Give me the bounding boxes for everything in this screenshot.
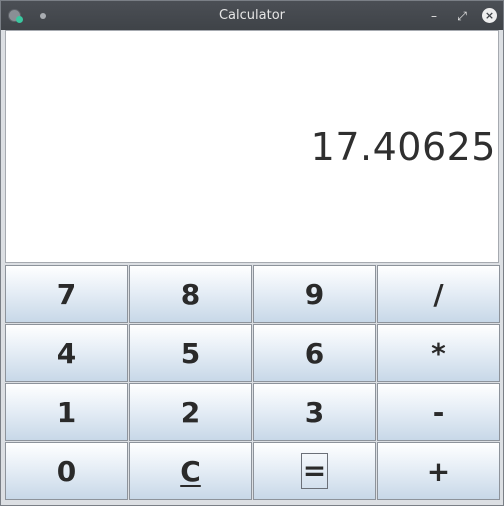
key-label: 5 xyxy=(180,336,201,370)
key-6[interactable]: 6 xyxy=(253,324,376,382)
key-clear[interactable]: C xyxy=(129,442,252,500)
key-multiply[interactable]: * xyxy=(377,324,500,382)
key-label: C xyxy=(180,454,201,488)
key-label: = xyxy=(300,453,329,489)
key-equals[interactable]: = xyxy=(253,442,376,500)
key-7[interactable]: 7 xyxy=(5,265,128,323)
calculator-window: Calculator – ⤢ × 17.40625 7 8 9 / 4 5 6 … xyxy=(0,0,504,506)
key-8[interactable]: 8 xyxy=(129,265,252,323)
key-label: / xyxy=(433,277,444,311)
key-label: 1 xyxy=(56,395,77,429)
close-button[interactable]: × xyxy=(482,8,497,23)
key-2[interactable]: 2 xyxy=(129,383,252,441)
key-label: 6 xyxy=(304,336,325,370)
key-3[interactable]: 3 xyxy=(253,383,376,441)
keypad: 7 8 9 / 4 5 6 * 1 2 3 - 0 C = + xyxy=(5,265,501,503)
key-label: 7 xyxy=(56,277,77,311)
title-bar[interactable]: Calculator – ⤢ × xyxy=(1,1,503,30)
key-5[interactable]: 5 xyxy=(129,324,252,382)
key-label: - xyxy=(432,395,445,429)
minimize-button[interactable]: – xyxy=(426,8,442,24)
key-divide[interactable]: / xyxy=(377,265,500,323)
key-label: 4 xyxy=(56,336,77,370)
key-4[interactable]: 4 xyxy=(5,324,128,382)
display-value: 17.40625 xyxy=(310,125,496,169)
key-label: 0 xyxy=(56,454,77,488)
key-label: 3 xyxy=(304,395,325,429)
key-label: 9 xyxy=(304,277,325,311)
key-subtract[interactable]: - xyxy=(377,383,500,441)
calculator-display: 17.40625 xyxy=(5,30,499,263)
key-label: 2 xyxy=(180,395,201,429)
key-1[interactable]: 1 xyxy=(5,383,128,441)
maximize-button[interactable]: ⤢ xyxy=(454,8,470,24)
key-add[interactable]: + xyxy=(377,442,500,500)
key-0[interactable]: 0 xyxy=(5,442,128,500)
key-label: 8 xyxy=(180,277,201,311)
key-label: + xyxy=(426,454,451,488)
key-label: * xyxy=(431,336,446,370)
key-9[interactable]: 9 xyxy=(253,265,376,323)
